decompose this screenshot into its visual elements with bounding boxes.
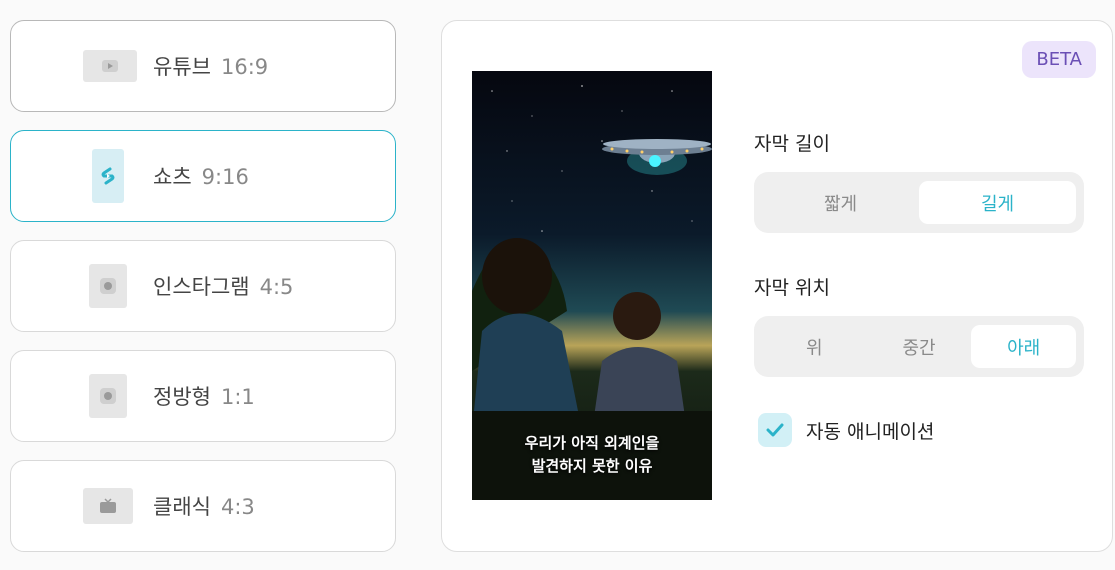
- format-ratio: 4:3: [220, 495, 255, 519]
- format-name: 인스타그램 4:5: [153, 275, 294, 299]
- square-icon: [89, 374, 127, 418]
- auto-animation-checkbox[interactable]: [758, 413, 792, 447]
- settings-panel: BETA 우리가 아직 외계인을 발견하지 못한 이유 자막 길이 짧게 길게 …: [441, 20, 1113, 552]
- video-preview: 우리가 아직 외계인을 발견하지 못한 이유: [472, 71, 712, 500]
- tv-icon: [83, 488, 133, 524]
- shorts-icon: [92, 149, 124, 203]
- auto-animation-label: 자동 애니메이션: [806, 420, 935, 443]
- format-ratio: 1:1: [220, 385, 255, 409]
- subtitle-length-toggle: 짧게 길게: [754, 172, 1084, 233]
- subtitle-length-long[interactable]: 길게: [919, 181, 1076, 224]
- format-card-instagram[interactable]: 인스타그램 4:5: [10, 240, 396, 332]
- format-ratio: 4:5: [259, 275, 294, 299]
- format-name: 쇼츠 9:16: [153, 165, 249, 189]
- format-ratio: 9:16: [201, 165, 249, 189]
- subtitle-settings: 자막 길이 짧게 길게 자막 위치 위 중간 아래 자동 애니메이션: [754, 129, 1084, 447]
- format-card-youtube[interactable]: 유튜브 16:9: [10, 20, 396, 112]
- format-card-classic[interactable]: 클래식 4:3: [10, 460, 396, 552]
- check-icon: [766, 423, 784, 437]
- subtitle-position-toggle: 위 중간 아래: [754, 316, 1084, 377]
- format-card-square[interactable]: 정방형 1:1: [10, 350, 396, 442]
- subtitle-position-bottom[interactable]: 아래: [971, 325, 1077, 368]
- format-name: 유튜브 16:9: [153, 55, 269, 79]
- format-ratio: 16:9: [220, 55, 269, 79]
- subtitle-position-label: 자막 위치: [754, 277, 830, 299]
- subtitle-length-short[interactable]: 짧게: [762, 181, 919, 224]
- format-list: 유튜브 16:9 쇼츠 9:16 인스타그램 4:5 정방형 1:1 클래식 4:3: [10, 20, 396, 570]
- beta-badge: BETA: [1022, 41, 1096, 78]
- subtitle-length-label: 자막 길이: [754, 133, 830, 155]
- youtube-icon: [83, 50, 137, 82]
- preview-caption: 우리가 아직 외계인을 발견하지 못한 이유: [524, 434, 660, 475]
- subtitle-position-middle[interactable]: 중간: [867, 325, 972, 368]
- format-name: 정방형 1:1: [153, 385, 255, 409]
- format-card-shorts[interactable]: 쇼츠 9:16: [10, 130, 396, 222]
- instagram-icon: [89, 264, 127, 308]
- format-name: 클래식 4:3: [153, 495, 255, 519]
- auto-animation-row: 자동 애니메이션: [754, 413, 1084, 447]
- subtitle-position-top[interactable]: 위: [762, 325, 867, 368]
